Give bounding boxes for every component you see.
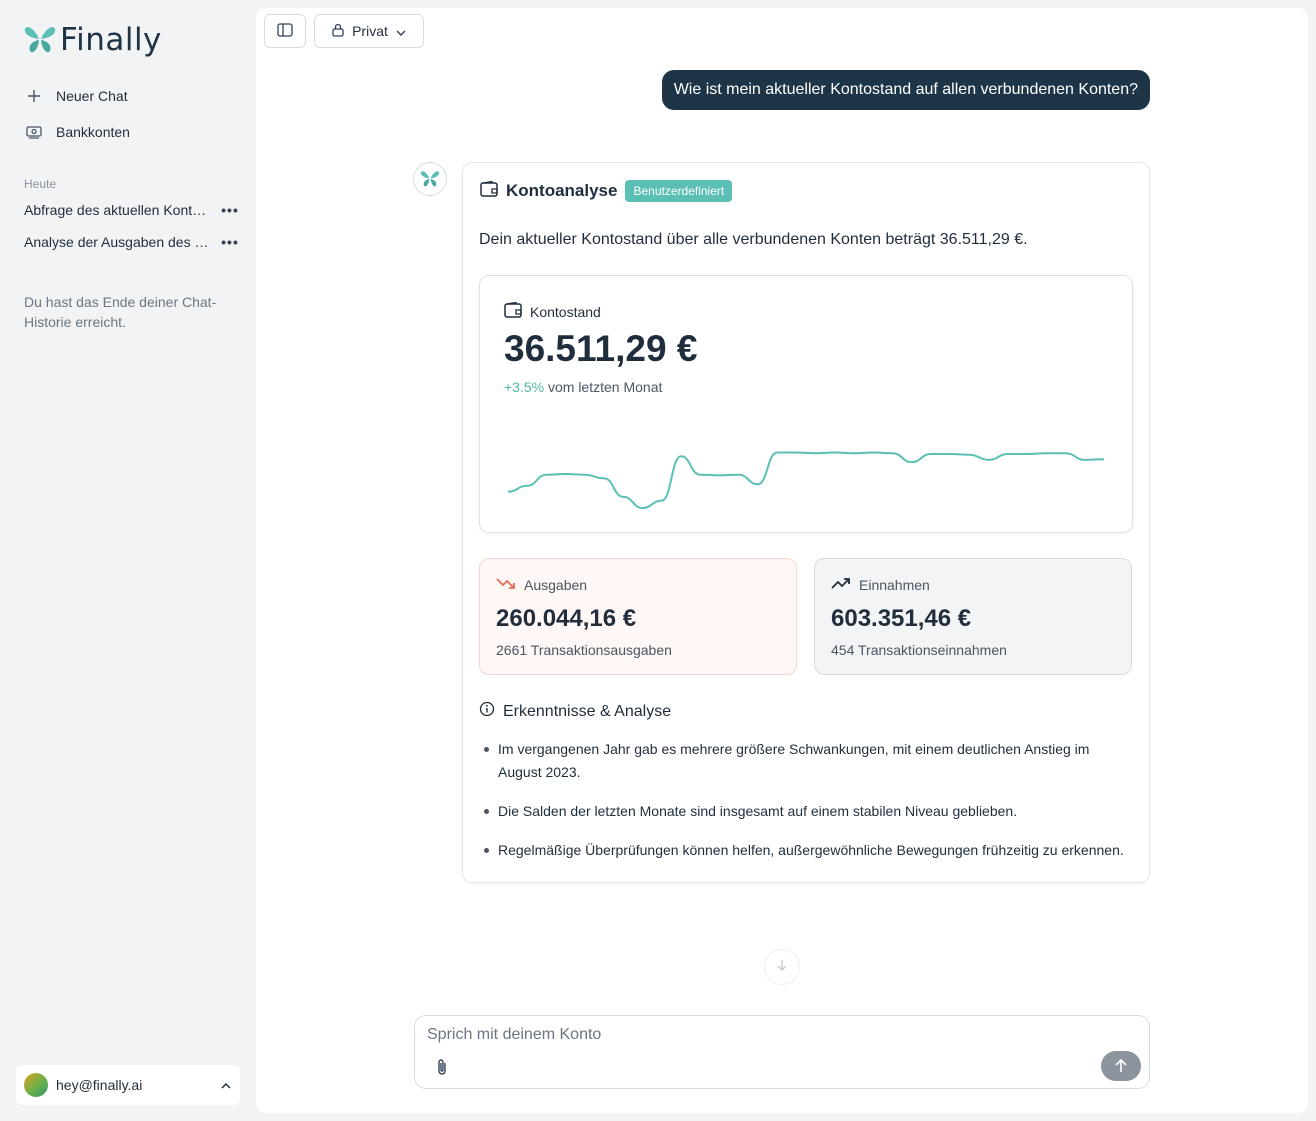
insights-title: Erkenntnisse & Analyse xyxy=(503,702,672,720)
income-label: Einnahmen xyxy=(859,576,930,593)
balance-label: Kontostand xyxy=(530,303,601,320)
lock-icon xyxy=(332,23,344,40)
visibility-select[interactable]: Privat xyxy=(314,14,424,48)
history-item[interactable]: Analyse der Ausgaben des letzten Monats … xyxy=(24,234,240,250)
more-options-icon[interactable]: ••• xyxy=(220,202,240,218)
message-composer xyxy=(414,1015,1150,1089)
new-chat-button[interactable]: Neuer Chat xyxy=(24,86,128,106)
history-item[interactable]: Abfrage des aktuellen Kontostands ••• xyxy=(24,202,240,218)
bank-accounts-label: Bankkonten xyxy=(56,124,130,140)
paperclip-icon[interactable] xyxy=(433,1056,451,1078)
income-label-row: Einnahmen xyxy=(831,576,930,593)
custom-badge: Benutzerdefiniert xyxy=(625,180,733,202)
account-analysis-card: Kontoanalyse Benutzerdefiniert Dein aktu… xyxy=(462,162,1150,883)
user-email: hey@finally.ai xyxy=(56,1077,143,1093)
insights-list: Im vergangenen Jahr gab es mehrere größe… xyxy=(479,738,1129,878)
banknote-icon xyxy=(24,122,44,142)
visibility-label: Privat xyxy=(352,23,388,39)
balance-series-line xyxy=(507,451,1105,510)
info-icon xyxy=(479,701,495,722)
butterfly-icon xyxy=(420,171,440,187)
card-title: Kontoanalyse xyxy=(506,181,618,200)
new-chat-label: Neuer Chat xyxy=(56,88,128,104)
analysis-intro-text: Dein aktueller Kontostand über alle verb… xyxy=(479,231,1028,248)
user-menu[interactable]: hey@finally.ai xyxy=(16,1065,240,1105)
income-value: 603.351,46 € xyxy=(831,605,972,632)
assistant-avatar xyxy=(413,162,447,196)
app-name: Finally xyxy=(60,22,162,58)
chat-main: Privat Wie ist mein aktueller Kontostand… xyxy=(256,8,1308,1113)
balance-change-text: vom letzten Monat xyxy=(547,379,663,395)
wallet-icon xyxy=(504,301,522,321)
income-widget: Einnahmen 603.351,46 € 454 Transaktionse… xyxy=(814,558,1132,675)
balance-change: +3.5% vom letzten Monat xyxy=(504,379,662,395)
balance-label-row: Kontostand xyxy=(504,301,601,321)
message-input[interactable] xyxy=(427,1026,1127,1044)
expenses-count: 2661 Transaktionsausgaben xyxy=(496,642,672,658)
insights-heading: Erkenntnisse & Analyse xyxy=(479,701,671,722)
balance-sparkline-chart xyxy=(507,451,1105,510)
expenses-label-row: Ausgaben xyxy=(496,576,587,593)
arrow-up-icon xyxy=(1115,1059,1127,1072)
bank-accounts-button[interactable]: Bankkonten xyxy=(24,122,130,142)
arrow-down-icon xyxy=(776,958,788,976)
insight-item: Regelmäßige Überprüfungen können helfen,… xyxy=(479,839,1129,862)
trending-up-icon xyxy=(831,576,851,593)
plus-icon xyxy=(24,86,44,106)
history-section-label: Heute xyxy=(24,177,57,191)
history-end-note: Du hast das Ende deiner Chat-Historie er… xyxy=(24,294,217,330)
insight-item: Im vergangenen Jahr gab es mehrere größe… xyxy=(479,738,1129,784)
expenses-label: Ausgaben xyxy=(524,576,588,593)
balance-value: 36.511,29 € xyxy=(504,328,698,369)
history-item-label: Analyse der Ausgaben des letzten Monats xyxy=(24,234,210,250)
trending-down-icon xyxy=(496,576,516,593)
chevron-down-icon xyxy=(396,23,406,39)
insight-item: Die Salden der letzten Monate sind insge… xyxy=(479,800,1129,823)
card-header: Kontoanalyse Benutzerdefiniert xyxy=(480,180,733,202)
sidebar-toggle-icon xyxy=(277,22,293,40)
expenses-widget: Ausgaben 260.044,16 € 2661 Transaktionsa… xyxy=(479,558,797,675)
history-item-label: Abfrage des aktuellen Kontostands xyxy=(24,202,210,218)
income-count: 454 Transaktionseinnahmen xyxy=(831,642,1007,658)
avatar xyxy=(24,1073,48,1097)
send-button[interactable] xyxy=(1101,1051,1141,1081)
sidebar: Finally Neuer Chat Bankkonten Heute Abfr… xyxy=(0,0,256,1121)
scroll-down-button[interactable] xyxy=(764,949,800,985)
butterfly-logo-icon xyxy=(24,27,56,53)
app-logo[interactable]: Finally xyxy=(24,22,162,58)
user-message: Wie ist mein aktueller Kontostand auf al… xyxy=(661,70,1150,110)
wallet-icon xyxy=(480,180,498,202)
expenses-value: 260.044,16 € xyxy=(496,605,637,632)
balance-widget: Kontostand 36.511,29 € +3.5% vom letzten… xyxy=(479,275,1133,533)
more-options-icon[interactable]: ••• xyxy=(220,234,240,250)
chevron-up-icon xyxy=(220,1077,232,1093)
balance-change-value: +3.5% xyxy=(504,379,545,395)
toggle-sidebar-button[interactable] xyxy=(264,14,306,48)
